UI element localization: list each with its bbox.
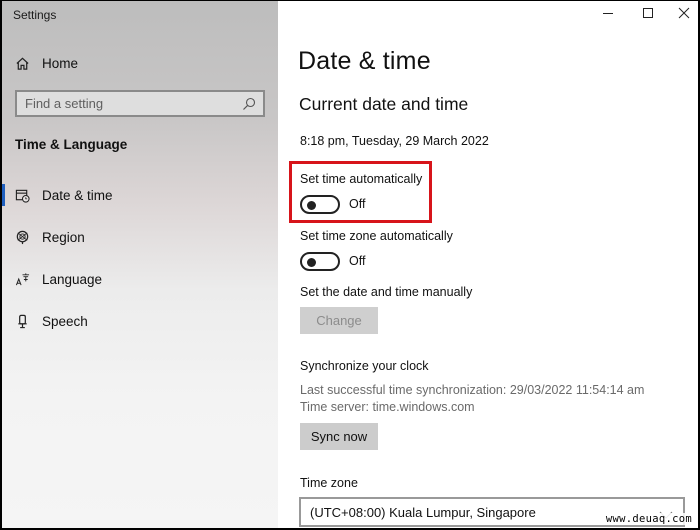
search-box[interactable]: [15, 90, 265, 117]
sync-title: Synchronize your clock: [300, 359, 429, 373]
page-title: Date & time: [298, 47, 431, 75]
time-zone-label: Time zone: [300, 476, 358, 490]
minimize-icon: [602, 6, 614, 24]
time-server-text: Time server: time.windows.com: [300, 400, 475, 414]
set-timezone-auto-state: Off: [349, 254, 366, 268]
sidebar-item-date-time[interactable]: Date & time: [2, 177, 278, 213]
sync-now-button[interactable]: Sync now: [300, 423, 378, 450]
last-sync-text: Last successful time synchronization: 29…: [300, 383, 645, 397]
app-title: Settings: [13, 8, 57, 22]
home-icon: [14, 55, 30, 71]
sidebar-item-label: Speech: [42, 313, 88, 329]
sidebar-item-speech[interactable]: Speech: [2, 303, 278, 339]
globe-icon: [14, 229, 30, 245]
set-time-auto-toggle[interactable]: [300, 195, 340, 214]
sidebar: Settings Home Time & Language Date & tim…: [2, 1, 278, 528]
sidebar-item-label: Date & time: [42, 187, 113, 203]
main-content: Date & time Current date and time 8:18 p…: [278, 1, 698, 528]
microphone-icon: [14, 313, 30, 329]
settings-window: Settings Home Time & Language Date & tim…: [0, 0, 700, 530]
sidebar-item-region[interactable]: Region: [2, 219, 278, 255]
change-button[interactable]: Change: [300, 307, 378, 334]
language-icon: [14, 271, 30, 287]
toggle-knob: [307, 257, 316, 267]
calendar-clock-icon: [14, 187, 30, 203]
watermark: www.deuaq.com: [605, 513, 692, 525]
sidebar-item-home[interactable]: Home: [2, 45, 278, 81]
section-title: Current date and time: [299, 94, 469, 114]
search-icon[interactable]: [241, 96, 257, 112]
section-header: Time & Language: [15, 137, 128, 152]
sidebar-item-label: Home: [42, 55, 79, 71]
search-input[interactable]: [17, 92, 232, 115]
sidebar-item-label: Region: [42, 229, 85, 245]
manual-datetime-label: Set the date and time manually: [300, 285, 473, 299]
toggle-knob: [307, 200, 316, 210]
sidebar-item-label: Language: [42, 271, 103, 287]
set-time-auto-state: Off: [349, 197, 366, 211]
sidebar-item-language[interactable]: Language: [2, 261, 278, 297]
set-timezone-auto-label: Set time zone automatically: [300, 229, 453, 243]
set-time-auto-label: Set time automatically: [300, 172, 423, 186]
time-zone-value: (UTC+08:00) Kuala Lumpur, Singapore: [310, 504, 536, 520]
maximize-icon: [642, 6, 654, 24]
current-datetime: 8:18 pm, Tuesday, 29 March 2022: [300, 134, 489, 148]
set-timezone-auto-toggle[interactable]: [300, 252, 340, 271]
close-button[interactable]: [661, 1, 698, 29]
close-icon: [678, 6, 690, 24]
